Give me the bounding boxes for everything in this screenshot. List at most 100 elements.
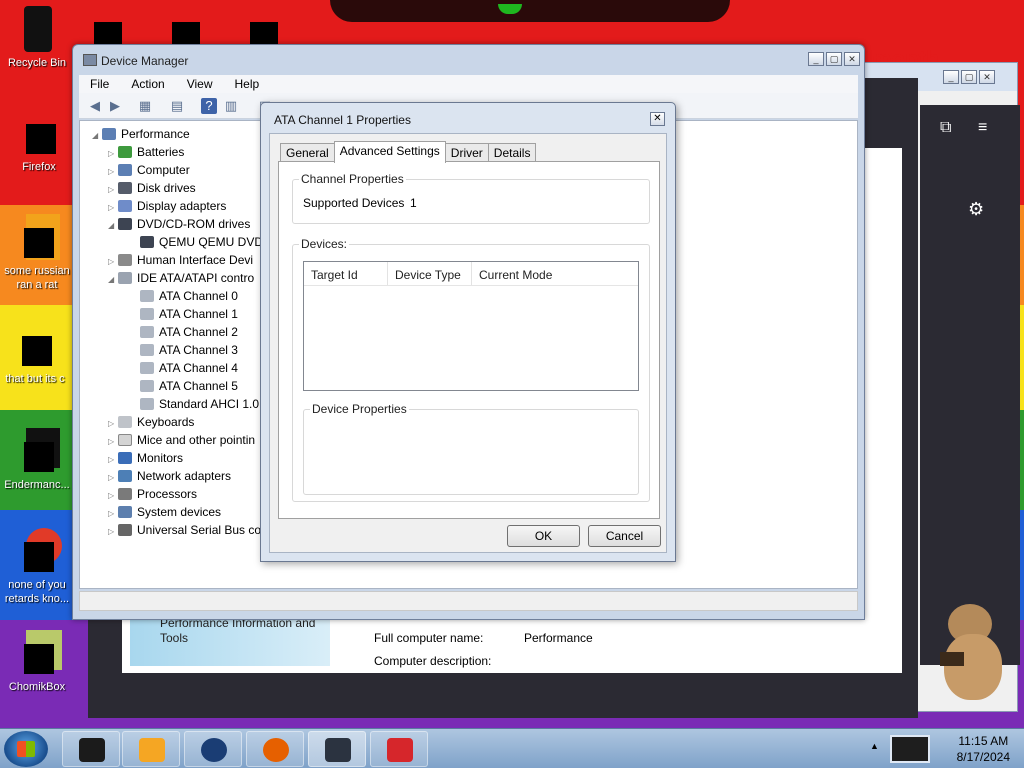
minimize-icon[interactable]: _ <box>943 70 959 84</box>
menu-view[interactable]: View <box>176 75 224 93</box>
tree-category-item[interactable]: ▷ Monitors <box>108 449 183 467</box>
app-icon <box>79 738 105 762</box>
cancel-button[interactable]: Cancel <box>588 525 661 547</box>
tree-child-item[interactable]: ATA Channel 0 <box>130 287 238 305</box>
taskbar-item-1[interactable] <box>62 731 120 767</box>
channel-properties-label: Channel Properties <box>299 172 406 186</box>
menu-icon[interactable]: ≡ <box>978 119 987 137</box>
taskbar-item-toolbox[interactable] <box>370 731 428 767</box>
close-icon[interactable]: ✕ <box>650 112 665 126</box>
column-target-id[interactable]: Target Id <box>304 262 388 285</box>
desktop-icon-firefox[interactable]: Firefox <box>4 110 74 174</box>
devices-list-header: Target Id Device Type Current Mode <box>304 262 638 286</box>
tree-child-item[interactable]: QEMU QEMU DVD <box>130 233 263 251</box>
show-hidden-icons-icon[interactable]: ▲ <box>870 741 879 751</box>
tree-category-item[interactable]: ▷ Mice and other pointin <box>108 431 255 449</box>
mon-device-icon <box>118 452 132 464</box>
desktop-icon-none-of-you[interactable]: none of you retards kno... <box>2 528 72 606</box>
tree-child-item[interactable]: ATA Channel 3 <box>130 341 238 359</box>
tree-item-label: IDE ATA/ATAPI contro <box>137 271 255 285</box>
close-icon[interactable]: ✕ <box>979 70 995 84</box>
desktop-icon-label: ChomikBox <box>8 681 66 693</box>
expand-arrow-icon[interactable]: ▷ <box>108 523 118 541</box>
back-arrow-icon[interactable]: ◀ <box>87 98 103 114</box>
clock[interactable]: 11:15 AM 8/17/2024 <box>957 733 1010 765</box>
tree-category-item[interactable]: ▷ Universal Serial Bus co <box>108 521 261 539</box>
tree-child-item[interactable]: ATA Channel 4 <box>130 359 238 377</box>
tree-item-label: QEMU QEMU DVD <box>159 235 264 249</box>
tree-category-item[interactable]: ▷ Disk drives <box>108 179 196 197</box>
desktop-icon-recycle-bin[interactable]: Recycle Bin <box>2 6 72 70</box>
taskbar-item-3[interactable] <box>184 731 242 767</box>
desktop-icon-hidden-3[interactable] <box>250 22 278 46</box>
tab-advanced-settings[interactable]: Advanced Settings <box>333 141 446 163</box>
column-current-mode[interactable]: Current Mode <box>472 262 562 285</box>
menu-file[interactable]: File <box>79 75 120 93</box>
ok-button[interactable]: OK <box>507 525 580 547</box>
taskbar-item-media[interactable] <box>122 731 180 767</box>
tree-item-label: Batteries <box>137 145 185 159</box>
properties-icon[interactable]: ▤ <box>169 98 185 114</box>
tree-category-item[interactable]: ◢ IDE ATA/ATAPI contro <box>108 269 254 287</box>
tree-child-item[interactable]: ATA Channel 2 <box>130 323 238 341</box>
show-hide-tree-icon[interactable]: ▦ <box>137 98 153 114</box>
tree-category-item[interactable]: ◢ DVD/CD-ROM drives <box>108 215 250 233</box>
desktop-icon-chomikbox[interactable]: ChomikBox <box>2 630 72 694</box>
channel-properties-group: Channel Properties Supported Devices 1 <box>292 172 650 224</box>
performance-info-text: Performance Information and Tools <box>160 616 316 645</box>
desktop-icon-label: Recycle Bin <box>7 57 67 69</box>
menu-action[interactable]: Action <box>120 75 175 93</box>
desktop-icon-hidden-1[interactable] <box>94 22 122 46</box>
minimize-icon[interactable]: _ <box>808 52 824 66</box>
devices-label: Devices: <box>299 237 350 251</box>
ata-channel-properties-dialog[interactable]: ATA Channel 1 Properties ✕ General Advan… <box>260 102 676 562</box>
forward-arrow-icon[interactable]: ▶ <box>107 98 123 114</box>
menu-help[interactable]: Help <box>224 75 271 93</box>
help-icon[interactable]: ? <box>201 98 217 114</box>
tab-general[interactable]: General <box>280 143 335 163</box>
tree-category-item[interactable]: ▷ Human Interface Devi <box>108 251 253 269</box>
collapse-arrow-icon[interactable]: ◢ <box>108 217 118 235</box>
tree-category-item[interactable]: ▷ Keyboards <box>108 413 194 431</box>
tree-item-label: ATA Channel 1 <box>159 307 238 321</box>
desktop-icon-label: none of you retards kno... <box>4 579 70 605</box>
tree-category-item[interactable]: ▷ Computer <box>108 161 190 179</box>
desktop-icon-some-russian[interactable]: some russian ran a rat <box>2 214 72 292</box>
taskbar-item-device-manager[interactable] <box>308 731 366 767</box>
tray-app-icon[interactable] <box>890 735 930 763</box>
collapse-arrow-icon[interactable]: ◢ <box>108 271 118 289</box>
start-button[interactable] <box>4 731 48 767</box>
settings-gear-icon[interactable]: ⚙ <box>968 199 984 220</box>
desktop-icon-that-but[interactable]: that but its c <box>0 322 70 386</box>
extensions-icon[interactable]: ⧉ <box>940 119 951 137</box>
maximize-icon[interactable]: ▢ <box>826 52 842 66</box>
dvd-device-icon <box>118 218 132 230</box>
column-device-type[interactable]: Device Type <box>388 262 472 285</box>
tree-category-item[interactable]: ▷ Network adapters <box>108 467 231 485</box>
desktop-icon-enderman[interactable]: Endermanc... <box>2 428 72 492</box>
tree-item-label: Standard AHCI 1.0 <box>159 397 260 411</box>
tree-category-item[interactable]: ▷ Processors <box>108 485 197 503</box>
maximize-icon[interactable]: ▢ <box>961 70 977 84</box>
taskbar-item-firefox[interactable] <box>246 731 304 767</box>
devices-list[interactable]: Target Id Device Type Current Mode <box>303 261 639 391</box>
desktop-icon-label: Firefox <box>22 161 56 173</box>
expand-arrow-icon[interactable]: ◢ <box>92 127 102 145</box>
desktop-icon-label: that but its c <box>5 373 65 385</box>
close-icon[interactable]: ✕ <box>844 52 860 66</box>
tree-category-item[interactable]: ▷ Batteries <box>108 143 184 161</box>
desktop-icon-hidden-2[interactable] <box>172 22 200 46</box>
tab-details[interactable]: Details <box>487 143 537 163</box>
tree-category-item[interactable]: ▷ System devices <box>108 503 221 521</box>
tree-child-item[interactable]: ATA Channel 1 <box>130 305 238 323</box>
performance-info-link[interactable]: Performance Information and Tools <box>130 612 330 666</box>
tab-driver[interactable]: Driver <box>444 143 489 163</box>
tree-child-item[interactable]: Standard AHCI 1.0 <box>130 395 259 413</box>
device-properties-label: Device Properties <box>310 402 409 416</box>
tree-category-item[interactable]: ▷ Display adapters <box>108 197 226 215</box>
ide-device-icon <box>118 272 132 284</box>
tree-root[interactable]: ◢ Performance <box>92 125 190 143</box>
tree-item-label: Human Interface Devi <box>137 253 254 267</box>
tree-child-item[interactable]: ATA Channel 5 <box>130 377 238 395</box>
view-icon[interactable]: ▥ <box>223 98 239 114</box>
